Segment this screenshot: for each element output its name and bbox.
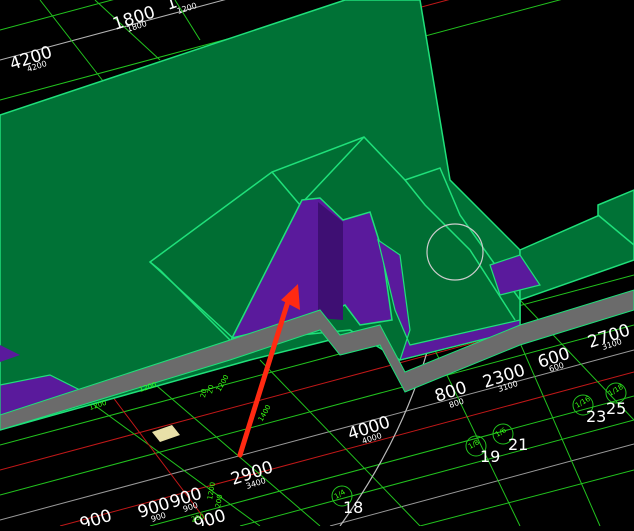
- small-tile-marker: [152, 425, 180, 442]
- axis-label-21: 21: [508, 435, 528, 454]
- cad-drawing: 4200 4200 1800 1800 1 1200 800 800 2300 …: [0, 0, 634, 531]
- axis-label-25: 25: [606, 399, 626, 418]
- axis-bubbles: 1/4 1/8 1/6 1/16 1/18 18 19 21 23 25: [331, 382, 627, 517]
- svg-text:1200: 1200: [176, 1, 198, 16]
- axis-label-19: 19: [480, 447, 500, 466]
- dim-bottom-left: 900: [77, 506, 114, 526]
- purple-wall-shadow: [318, 202, 343, 320]
- cad-viewport[interactable]: 4200 4200 1800 1800 1 1200 800 800 2300 …: [0, 0, 634, 531]
- axis-label-23: 23: [586, 407, 606, 426]
- svg-text:1400: 1400: [257, 404, 273, 423]
- axis-label-18: 18: [343, 498, 363, 517]
- svg-text:20: 20: [206, 384, 215, 394]
- svg-text:1/6: 1/6: [494, 426, 508, 439]
